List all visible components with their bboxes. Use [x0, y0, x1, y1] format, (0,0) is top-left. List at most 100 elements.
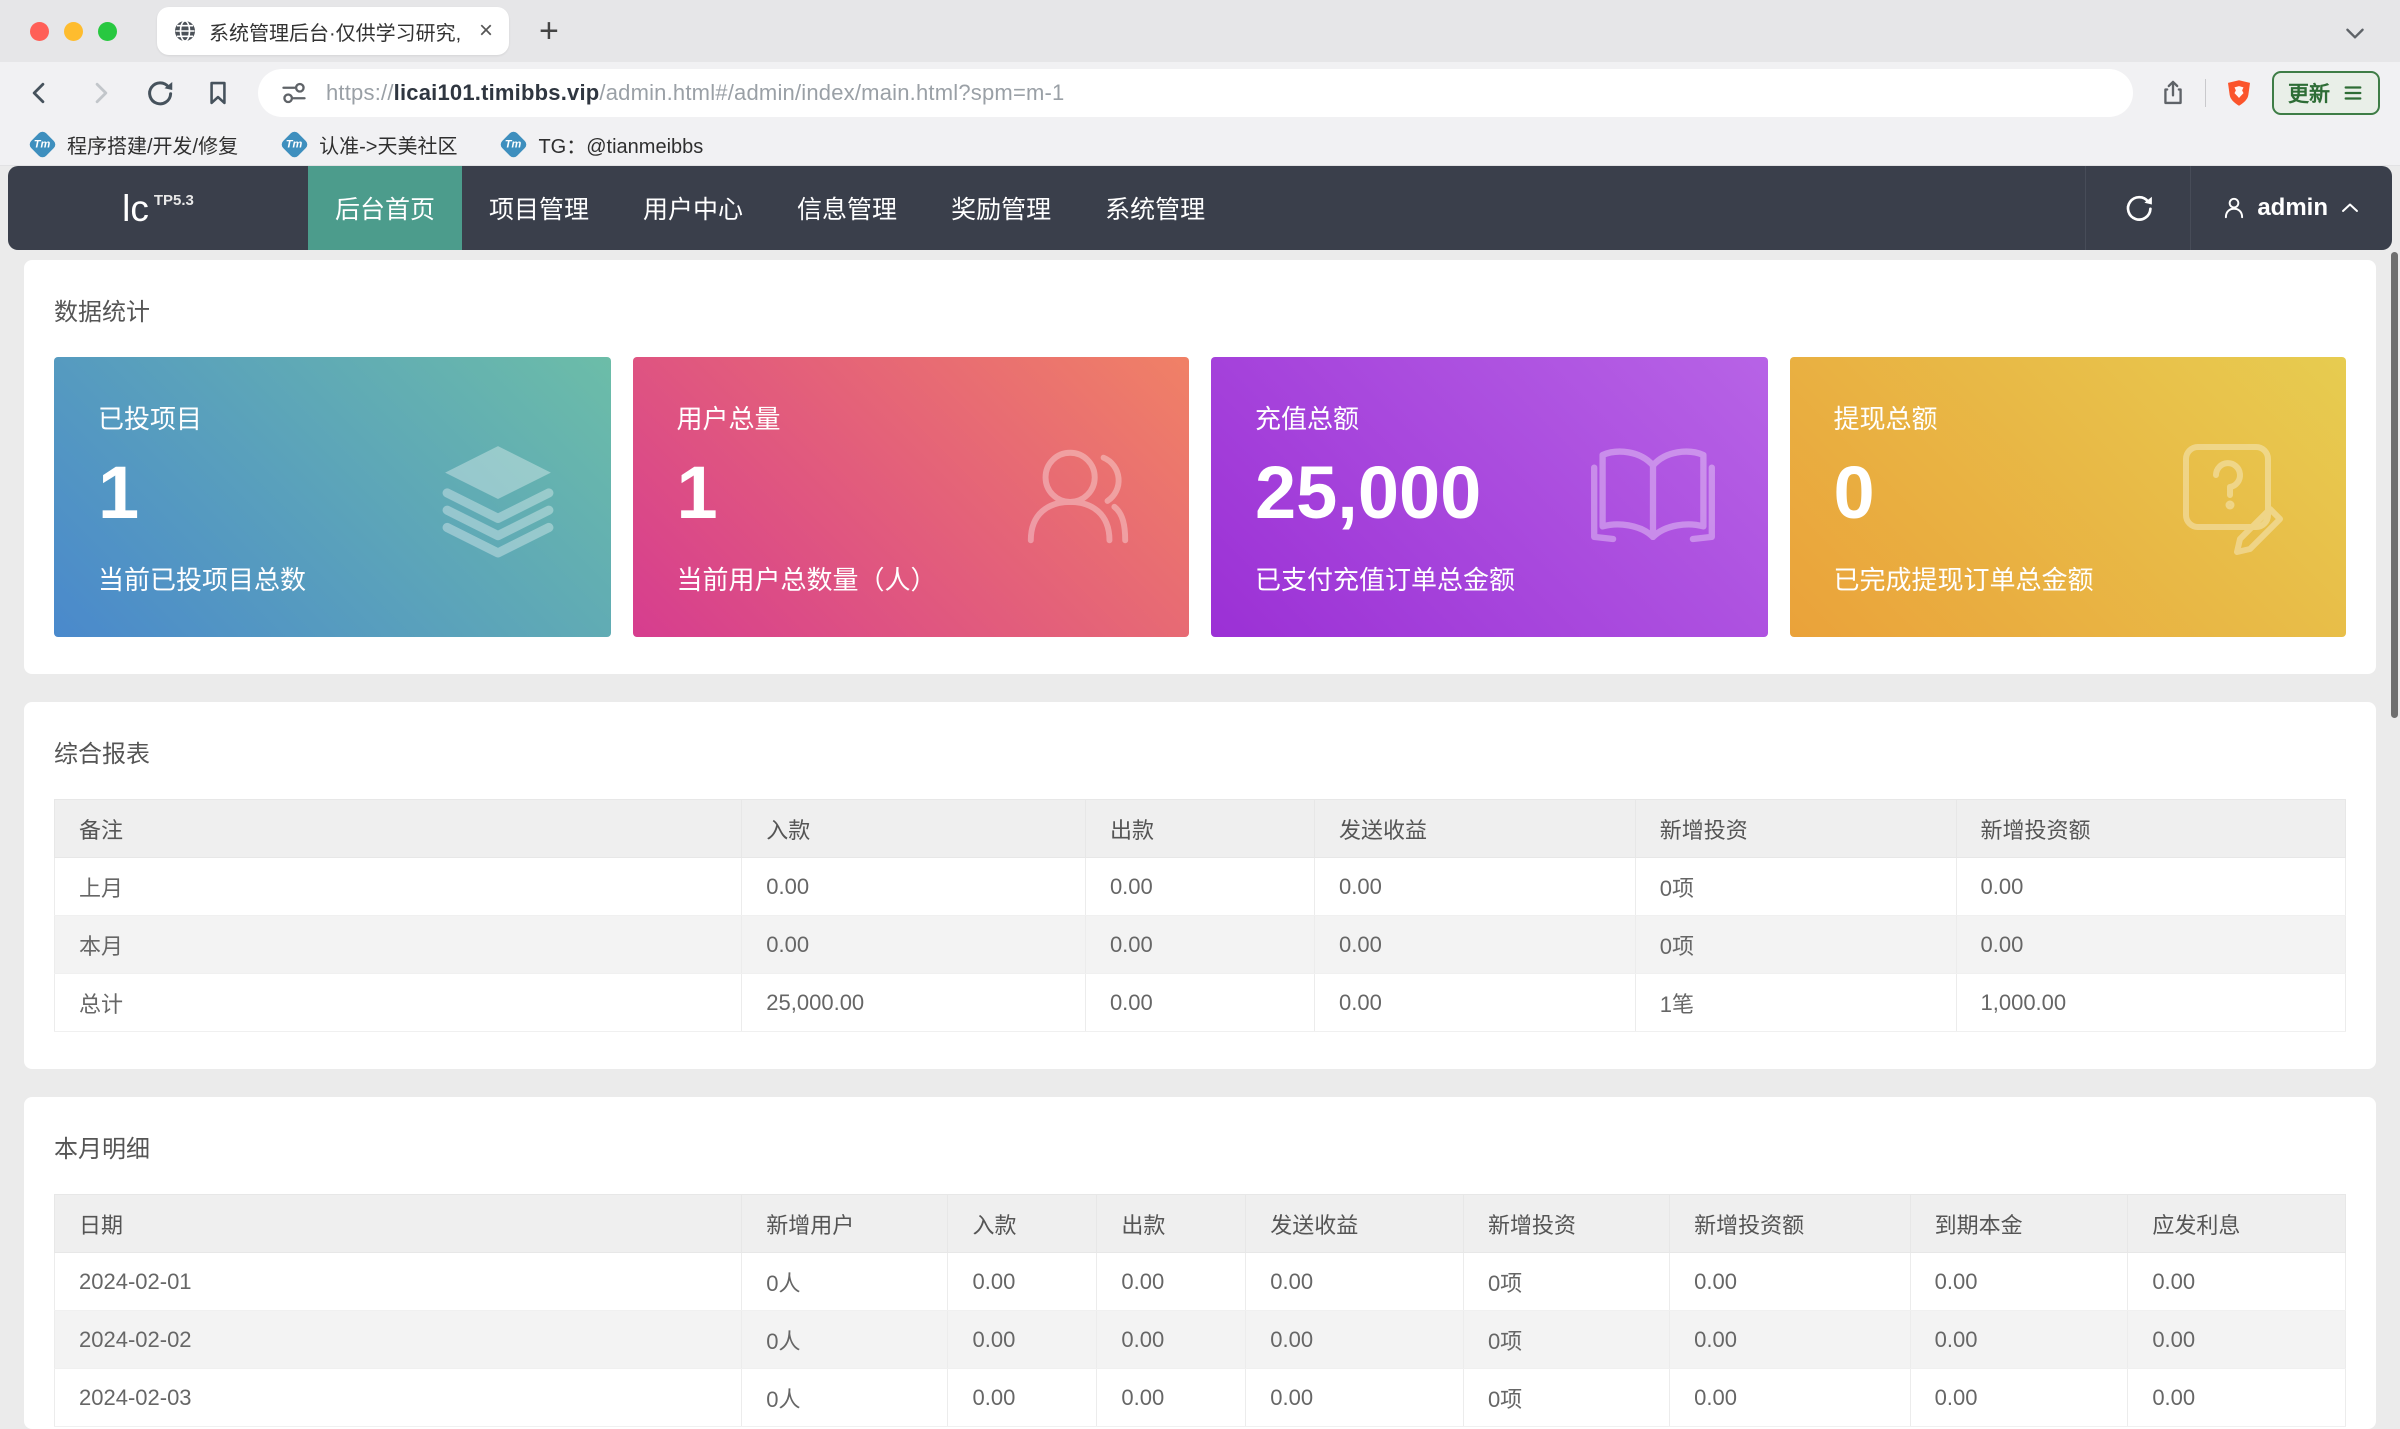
table-cell: 0人 [742, 1369, 948, 1427]
stat-label: 用户总量 [677, 399, 1190, 436]
bookmark-item[interactable]: Tm 程序搭建/开发/修复 [32, 130, 238, 159]
stats-section: 数据统计 已投项目 1 当前已投项目总数 用户总量 1 当前用户 [24, 260, 2376, 674]
table-cell: 0.00 [1315, 974, 1636, 1032]
stat-card-total-users: 用户总量 1 当前用户总数量（人） [633, 357, 1190, 637]
chevron-up-icon [2338, 196, 2362, 220]
table-row: 2024-02-020人0.000.000.000项0.000.000.00 [55, 1311, 2346, 1369]
column-header: 应发利息 [2128, 1195, 2346, 1253]
month-detail-table: 日期新增用户入款出款发送收益新增投资新增投资额到期本金应发利息2024-02-0… [54, 1194, 2346, 1427]
nav-item-system[interactable]: 系统管理 [1078, 166, 1232, 250]
table-cell: 0.00 [1085, 916, 1314, 974]
table-cell: 0.00 [1315, 858, 1636, 916]
table-cell: 0.00 [2128, 1311, 2346, 1369]
url-input[interactable]: https://licai101.timibbs.vip/admin.html#… [258, 69, 2133, 117]
table-cell: 0.00 [1910, 1253, 2128, 1311]
table-row: 本月0.000.000.000项0.00 [55, 916, 2346, 974]
share-icon[interactable] [2159, 79, 2187, 107]
globe-favicon-icon [173, 19, 197, 43]
tab-search-chevron-down-icon[interactable] [2342, 20, 2368, 46]
summary-table: 备注入款出款发送收益新增投资新增投资额上月0.000.000.000项0.00本… [54, 799, 2346, 1032]
tab-close-icon[interactable]: × [479, 19, 493, 43]
table-cell: 0项 [1635, 916, 1956, 974]
column-header: 入款 [742, 800, 1086, 858]
update-button[interactable]: 更新 [2272, 71, 2380, 115]
stat-cards-row: 已投项目 1 当前已投项目总数 用户总量 1 当前用户总数量（人） [54, 357, 2346, 637]
reload-button[interactable] [144, 78, 174, 108]
stat-caption: 已完成提现订单总金额 [1834, 560, 2347, 597]
open-book-icon [1590, 434, 1716, 560]
toolbar-divider [2205, 79, 2206, 107]
table-row: 2024-02-010人0.000.000.000项0.000.000.00 [55, 1253, 2346, 1311]
column-header: 新增投资额 [1670, 1195, 1911, 1253]
page-scrollbar[interactable] [2391, 252, 2398, 718]
table-cell: 2024-02-03 [55, 1369, 742, 1427]
column-header: 到期本金 [1910, 1195, 2128, 1253]
column-header: 出款 [1097, 1195, 1246, 1253]
nav-item-info[interactable]: 信息管理 [770, 166, 924, 250]
table-cell: 0.00 [1670, 1311, 1911, 1369]
browser-tab-strip: 系统管理后台·仅供学习研究, × + [0, 0, 2400, 62]
brave-shield-icon[interactable] [2224, 78, 2254, 108]
bookmarks-bar: Tm 程序搭建/开发/修复 Tm 认准->天美社区 Tm TG：@tianmei… [0, 124, 2400, 166]
dashboard-page: 数据统计 已投项目 1 当前已投项目总数 用户总量 1 当前用户 [0, 250, 2400, 1429]
table-cell: 0.00 [1246, 1369, 1464, 1427]
refresh-button[interactable] [2086, 166, 2190, 250]
column-header: 新增用户 [742, 1195, 948, 1253]
table-cell: 0.00 [1097, 1369, 1246, 1427]
table-cell: 总计 [55, 974, 742, 1032]
stat-card-total-recharge: 充值总额 25,000 已支付充值订单总金额 [1211, 357, 1768, 637]
table-cell: 0.00 [948, 1311, 1097, 1369]
summary-report-section: 综合报表 备注入款出款发送收益新增投资新增投资额上月0.000.000.000项… [24, 702, 2376, 1069]
bookmark-item[interactable]: Tm 认准->天美社区 [284, 130, 457, 159]
stat-caption: 当前用户总数量（人） [677, 560, 1190, 597]
table-cell: 0.00 [1085, 974, 1314, 1032]
forward-button[interactable] [86, 79, 114, 107]
table-cell: 2024-02-02 [55, 1311, 742, 1369]
table-cell: 1,000.00 [1956, 974, 2346, 1032]
layers-icon [437, 436, 559, 558]
user-menu[interactable]: admin [2191, 166, 2392, 250]
stat-card-total-withdraw: 提现总额 0 已完成提现订单总金额 [1790, 357, 2347, 637]
table-cell: 0.00 [948, 1253, 1097, 1311]
nav-item-rewards[interactable]: 奖励管理 [924, 166, 1078, 250]
table-cell: 0项 [1463, 1253, 1669, 1311]
window-zoom-button[interactable] [98, 22, 117, 41]
stat-label: 提现总额 [1834, 399, 2347, 436]
nav-item-dashboard[interactable]: 后台首页 [308, 166, 462, 250]
table-cell: 0人 [742, 1253, 948, 1311]
table-cell: 25,000.00 [742, 974, 1086, 1032]
table-cell: 本月 [55, 916, 742, 974]
section-title-stats: 数据统计 [54, 292, 2346, 327]
table-cell: 0.00 [1246, 1253, 1464, 1311]
table-header-row: 日期新增用户入款出款发送收益新增投资新增投资额到期本金应发利息 [55, 1195, 2346, 1253]
username-label: admin [2257, 194, 2328, 222]
column-header: 日期 [55, 1195, 742, 1253]
table-cell: 0.00 [2128, 1253, 2346, 1311]
bookmark-item[interactable]: Tm TG：@tianmeibbs [503, 130, 703, 159]
nav-item-users[interactable]: 用户中心 [616, 166, 770, 250]
url-text: https://licai101.timibbs.vip/admin.html#… [326, 80, 1064, 106]
table-cell: 0.00 [1315, 916, 1636, 974]
table-cell: 0.00 [948, 1369, 1097, 1427]
table-cell: 1笔 [1635, 974, 1956, 1032]
table-cell: 0.00 [1910, 1311, 2128, 1369]
site-settings-icon[interactable] [280, 79, 308, 107]
nav-item-projects[interactable]: 项目管理 [462, 166, 616, 250]
browser-tab[interactable]: 系统管理后台·仅供学习研究, × [157, 7, 509, 55]
window-close-button[interactable] [30, 22, 49, 41]
month-detail-section: 本月明细 日期新增用户入款出款发送收益新增投资新增投资额到期本金应发利息2024… [24, 1097, 2376, 1429]
stat-caption: 已支付充值订单总金额 [1255, 560, 1768, 597]
app-logo: lcTP5.3 [8, 190, 308, 227]
person-icon [2221, 195, 2247, 221]
table-cell: 0.00 [742, 916, 1086, 974]
window-minimize-button[interactable] [64, 22, 83, 41]
new-tab-button[interactable]: + [539, 14, 559, 48]
menu-hamburger-icon [2342, 82, 2364, 104]
stat-label: 充值总额 [1255, 399, 1768, 436]
table-row: 2024-02-030人0.000.000.000项0.000.000.00 [55, 1369, 2346, 1427]
bookmark-icon[interactable] [204, 79, 232, 107]
admin-navbar: lcTP5.3 后台首页 项目管理 用户中心 信息管理 奖励管理 系统管理 ad… [8, 166, 2392, 250]
table-cell: 0.00 [1097, 1311, 1246, 1369]
back-button[interactable] [26, 79, 54, 107]
table-cell: 0项 [1635, 858, 1956, 916]
